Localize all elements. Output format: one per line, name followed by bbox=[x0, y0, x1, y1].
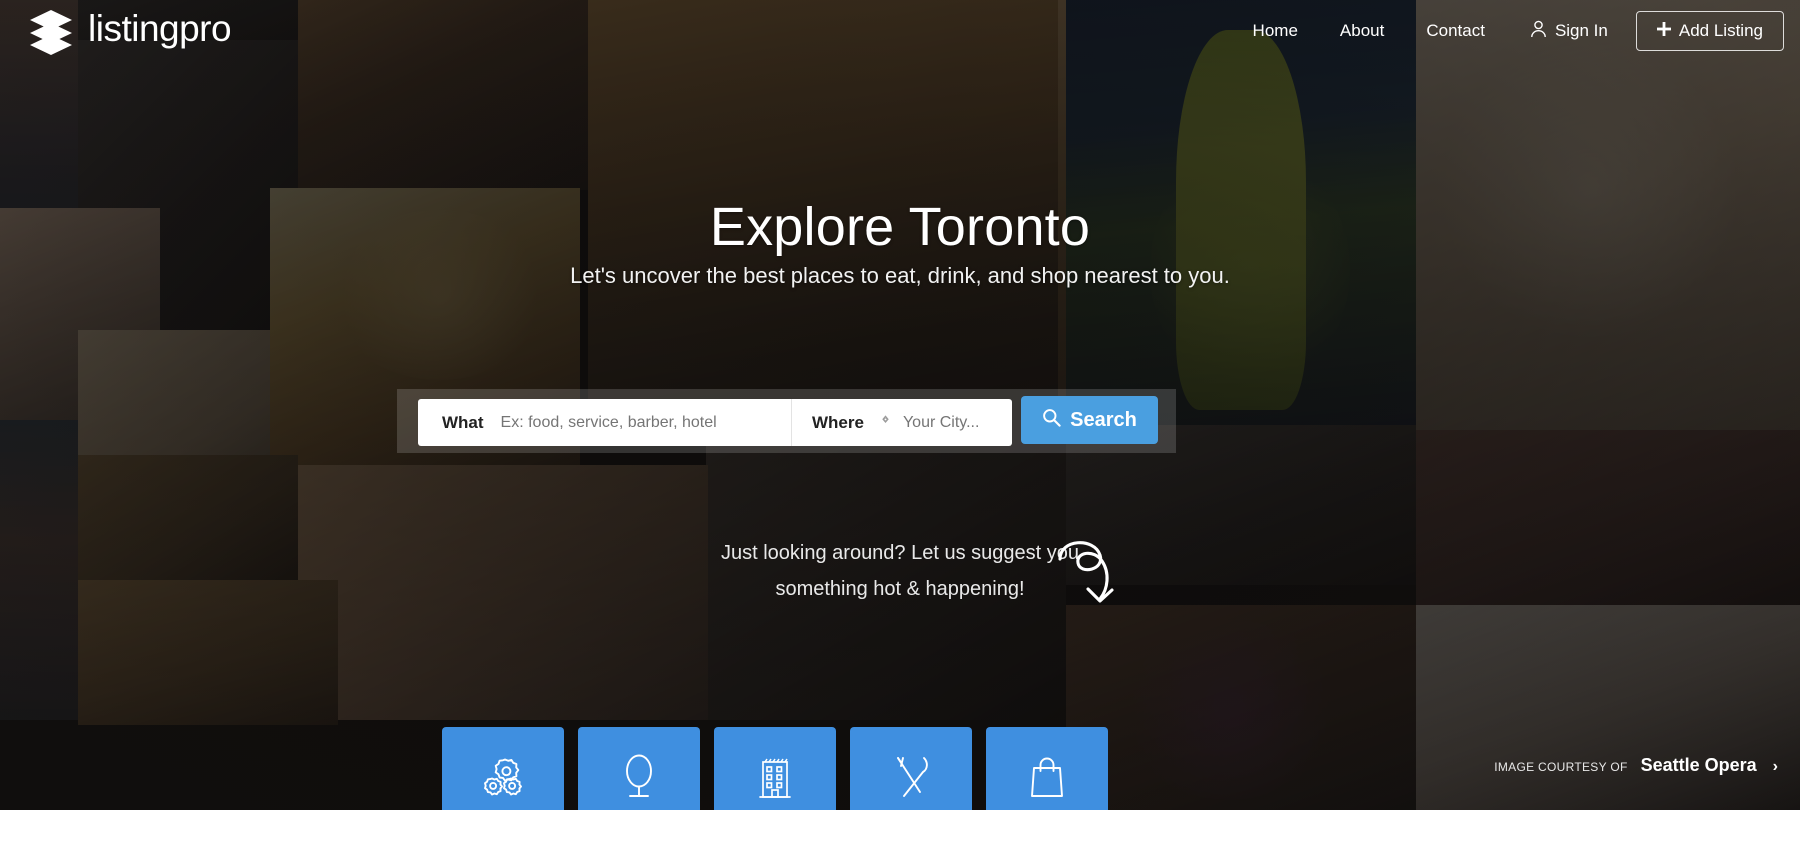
stacked-layers-icon bbox=[26, 6, 76, 56]
hero-section: listingpro Home About Contact Sign In Ad… bbox=[0, 0, 1800, 810]
sign-in-button[interactable]: Sign In bbox=[1506, 20, 1624, 43]
building-icon bbox=[756, 753, 794, 800]
shopping-bag-icon bbox=[1028, 753, 1066, 800]
site-header: listingpro Home About Contact Sign In Ad… bbox=[0, 0, 1800, 62]
category-hotels[interactable]: Hotels bbox=[714, 727, 836, 810]
search-what-label: What bbox=[442, 412, 484, 432]
suggest-block: Just looking around? Let us suggest you … bbox=[560, 535, 1240, 607]
footer-strip bbox=[0, 810, 1800, 846]
courtesy-kicker: IMAGE COURTESY OF bbox=[1494, 760, 1628, 774]
suggest-line-1: Just looking around? Let us suggest you bbox=[720, 542, 1080, 564]
gears-icon bbox=[481, 753, 525, 800]
plus-icon bbox=[1656, 21, 1671, 41]
courtesy-link[interactable]: Seattle Opera bbox=[1641, 755, 1757, 776]
sign-in-label: Sign In bbox=[1554, 21, 1608, 40]
category-shopping[interactable]: Shopping bbox=[986, 727, 1108, 810]
crosshair-location-icon[interactable] bbox=[878, 415, 893, 430]
suggest-line-2: something hot & happening! bbox=[775, 578, 1025, 600]
search-input[interactable] bbox=[500, 413, 751, 432]
nav-link-home[interactable]: Home bbox=[1232, 0, 1319, 62]
fork-knife-icon bbox=[890, 753, 932, 800]
user-icon bbox=[1530, 20, 1547, 43]
category-automotive[interactable]: Automotive bbox=[442, 727, 564, 810]
search-button-label: Search bbox=[1070, 408, 1137, 431]
location-input[interactable] bbox=[902, 413, 1018, 432]
brand-name: listingpro bbox=[88, 7, 232, 49]
search-box: What Where bbox=[418, 399, 1018, 446]
brand-logo[interactable]: listingpro bbox=[26, 6, 232, 56]
page-subtitle: Let's uncover the best places to eat, dr… bbox=[570, 263, 1230, 288]
magnifier-icon bbox=[1042, 408, 1061, 433]
mirror-icon bbox=[619, 753, 659, 800]
search-where-label: Where bbox=[812, 412, 864, 432]
curly-arrow-down-icon bbox=[1050, 529, 1124, 612]
main-navigation: Home About Contact Sign In Add Listing bbox=[1232, 0, 1784, 62]
search-what-field[interactable]: What bbox=[418, 399, 791, 446]
add-listing-button[interactable]: Add Listing bbox=[1635, 11, 1784, 51]
chevron-right-icon: › bbox=[1772, 758, 1778, 775]
category-restaurant[interactable]: Restaurant bbox=[850, 727, 972, 810]
add-listing-label: Add Listing bbox=[1678, 21, 1763, 40]
search-where-field[interactable]: Where bbox=[792, 399, 1018, 446]
image-courtesy[interactable]: IMAGE COURTESY OF Seattle Opera › bbox=[1494, 755, 1778, 776]
nav-link-about[interactable]: About bbox=[1319, 0, 1405, 62]
nav-link-contact[interactable]: Contact bbox=[1405, 0, 1506, 62]
category-bar: Automotive Beauty & Spa bbox=[442, 727, 1108, 810]
category-beauty-spa[interactable]: Beauty & Spa bbox=[578, 727, 700, 810]
page-root: listingpro Home About Contact Sign In Ad… bbox=[0, 0, 1800, 846]
search-button[interactable]: Search bbox=[1021, 396, 1158, 444]
page-title: Explore Toronto bbox=[709, 197, 1091, 257]
